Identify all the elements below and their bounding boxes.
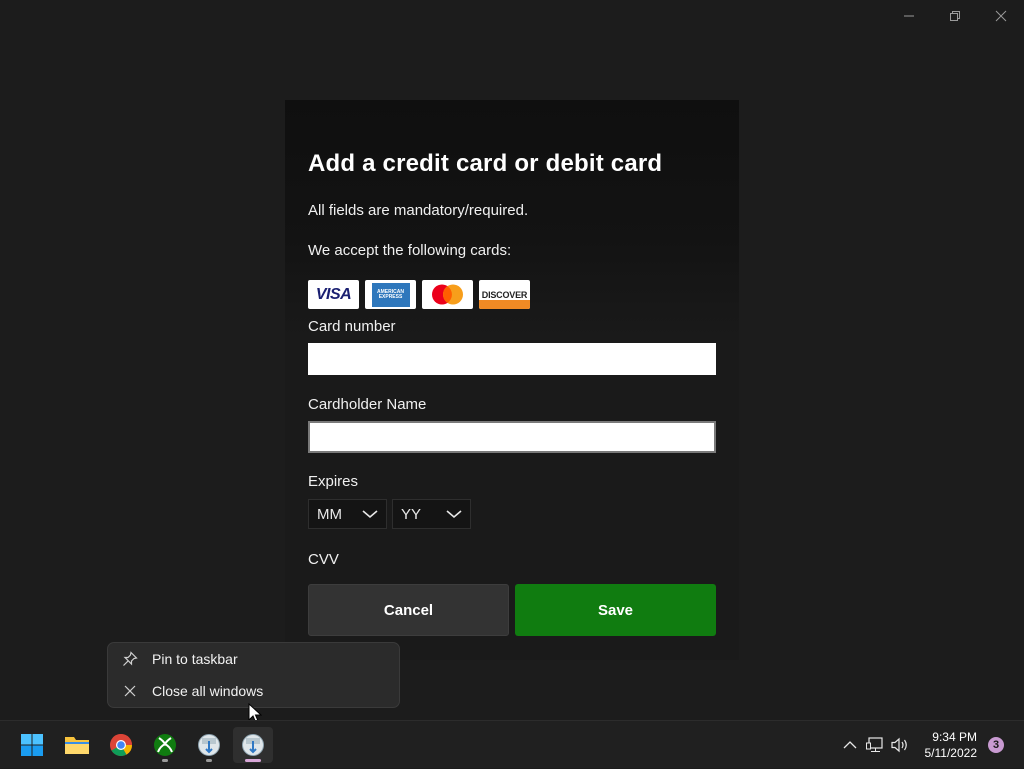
add-card-dialog: Add a credit card or debit card All fiel… xyxy=(285,100,739,660)
cancel-button[interactable]: Cancel xyxy=(308,584,509,636)
expiry-month-value: MM xyxy=(317,505,342,523)
close-icon xyxy=(995,10,1007,22)
network-icon xyxy=(866,737,883,752)
mastercard-card-logo xyxy=(422,280,473,309)
taskbar: 9:34 PM 5/11/2022 3 xyxy=(0,720,1024,768)
chevron-down-icon xyxy=(362,510,378,519)
close-button[interactable] xyxy=(978,0,1024,32)
system-tray xyxy=(838,721,912,769)
volume-tray-button[interactable] xyxy=(888,737,912,753)
expiry-month-select[interactable]: MM xyxy=(308,499,387,529)
discover-card-logo: DISCOVER xyxy=(479,280,530,309)
save-button[interactable]: Save xyxy=(515,584,716,636)
cardholder-name-label: Cardholder Name xyxy=(308,396,427,413)
app-button-active[interactable] xyxy=(233,727,273,763)
clock-date: 5/11/2022 xyxy=(924,746,978,760)
cardholder-name-input[interactable] xyxy=(308,421,716,453)
expiry-year-value: YY xyxy=(401,505,422,523)
card-number-input[interactable] xyxy=(308,343,716,375)
app-icon xyxy=(242,734,264,756)
amex-card-logo: AMERICAN EXPRESS xyxy=(365,280,416,309)
menu-item-label: Close all windows xyxy=(152,683,264,699)
accepted-card-logos: VISA AMERICAN EXPRESS DISCOVER xyxy=(308,280,530,309)
xbox-icon xyxy=(154,734,176,756)
close-icon xyxy=(124,685,136,697)
accepted-cards-note: We accept the following cards: xyxy=(308,242,512,259)
visa-card-logo: VISA xyxy=(308,280,359,309)
chevron-up-icon xyxy=(843,741,857,749)
show-hidden-icons-button[interactable] xyxy=(838,740,862,750)
xbox-button[interactable] xyxy=(145,727,185,763)
card-number-label: Card number xyxy=(308,318,396,335)
restore-button[interactable] xyxy=(932,0,978,32)
app-button[interactable] xyxy=(189,727,229,763)
menu-item-pin-to-taskbar[interactable]: Pin to taskbar xyxy=(108,644,399,674)
start-icon xyxy=(21,734,43,756)
app-icon xyxy=(198,734,220,756)
taskbar-jump-list-menu: Pin to taskbar Close all windows xyxy=(107,642,400,708)
expiry-year-select[interactable]: YY xyxy=(392,499,471,529)
clock[interactable]: 9:34 PM 5/11/2022 xyxy=(925,729,978,761)
menu-item-close-all-windows[interactable]: Close all windows xyxy=(108,676,399,706)
start-button[interactable] xyxy=(12,727,52,763)
window-caption-buttons xyxy=(886,0,1024,32)
mastercard-icon xyxy=(432,284,463,305)
minimize-button[interactable] xyxy=(886,0,932,32)
mandatory-note: All fields are mandatory/required. xyxy=(308,202,529,219)
chrome-icon xyxy=(110,734,132,756)
menu-item-label: Pin to taskbar xyxy=(152,651,238,667)
network-tray-button[interactable] xyxy=(862,737,888,753)
minimize-icon xyxy=(904,15,914,17)
file-explorer-icon xyxy=(65,737,89,754)
pin-icon xyxy=(123,651,138,666)
file-explorer-button[interactable] xyxy=(57,727,97,763)
expires-label: Expires xyxy=(308,473,359,490)
clock-time: 9:34 PM xyxy=(932,730,977,744)
cvv-label: CVV xyxy=(308,551,339,568)
restore-icon xyxy=(950,11,960,21)
volume-icon xyxy=(891,737,907,753)
chrome-button[interactable] xyxy=(101,727,141,763)
notification-badge[interactable]: 3 xyxy=(988,737,1004,753)
dialog-title: Add a credit card or debit card xyxy=(308,150,663,177)
chevron-down-icon xyxy=(446,510,462,519)
